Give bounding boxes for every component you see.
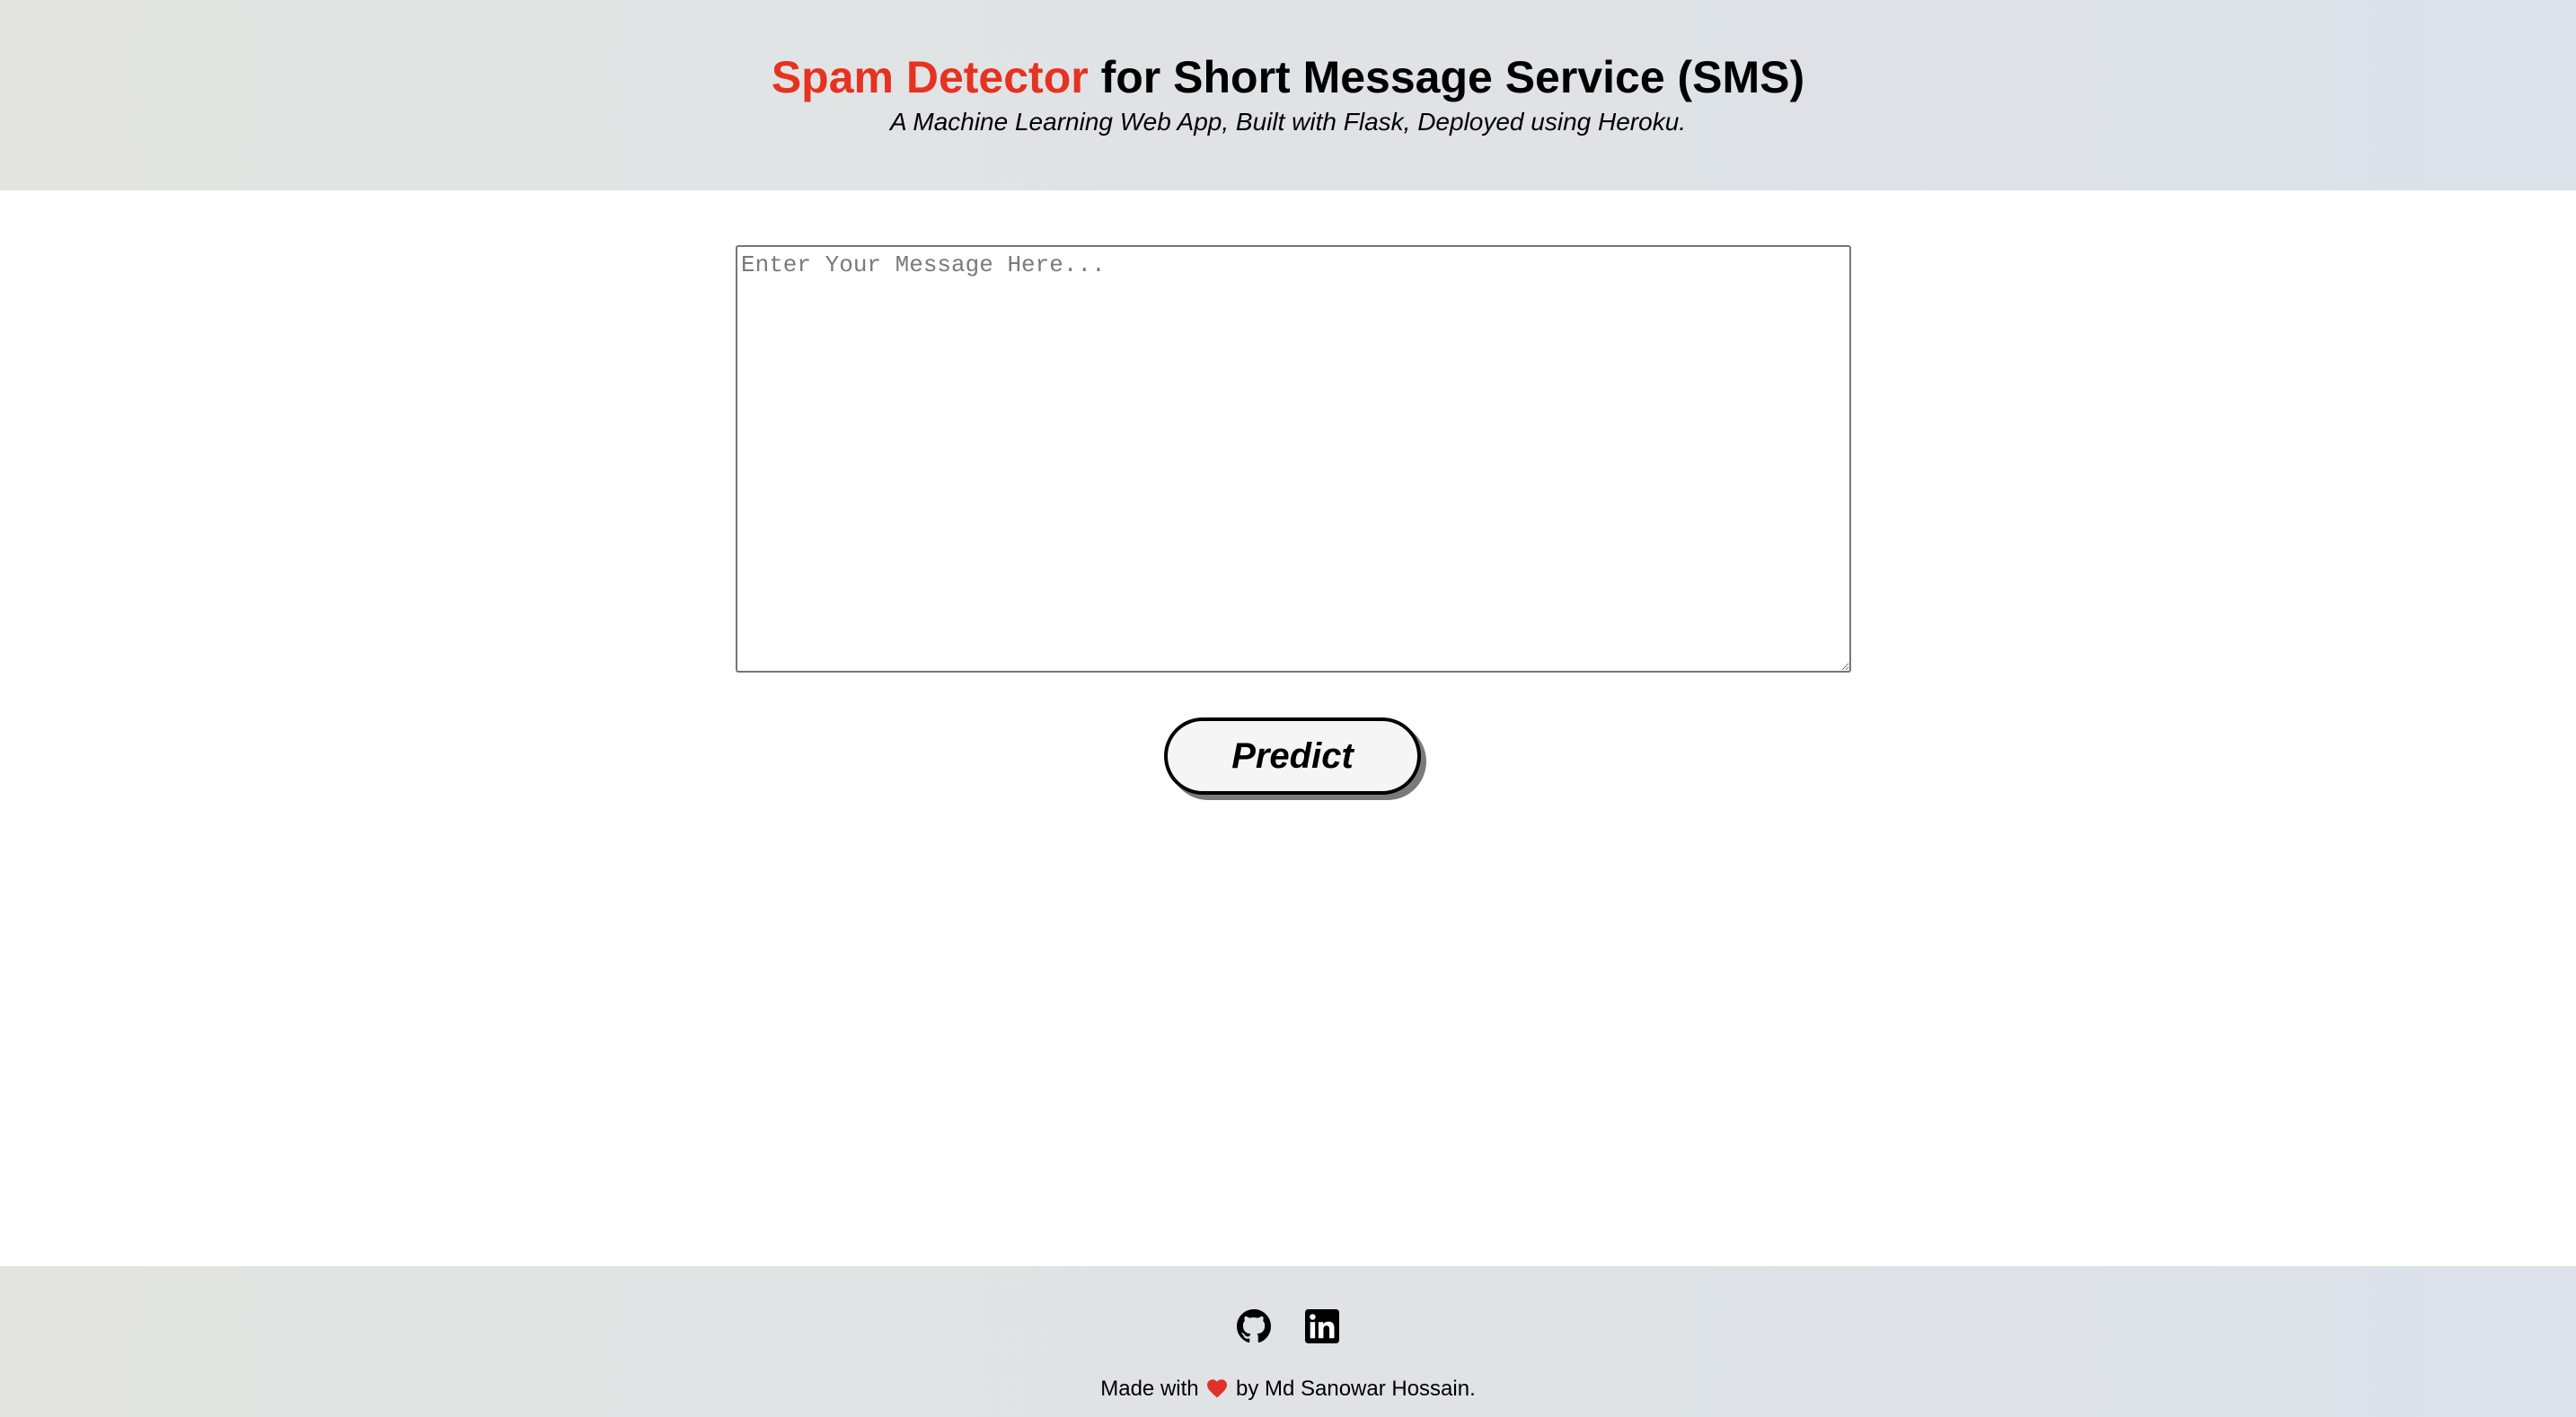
github-icon — [1236, 1309, 1271, 1343]
title-accent: Spam Detector — [771, 52, 1089, 102]
page-subtitle: A Machine Learning Web App, Built with F… — [889, 108, 1687, 136]
message-input[interactable] — [736, 245, 1851, 673]
social-links — [0, 1309, 2576, 1345]
title-rest: for Short Message Service (SMS) — [1088, 52, 1805, 102]
linkedin-icon — [1305, 1309, 1340, 1343]
github-link[interactable] — [1236, 1309, 1271, 1343]
credit-author: by Md Sanowar Hossain. — [1230, 1377, 1476, 1401]
predict-button[interactable]: Predict — [1164, 717, 1421, 795]
page-footer: Made with by Md Sanowar Hossain. — [0, 1266, 2576, 1417]
footer-credit: Made with by Md Sanowar Hossain. — [0, 1376, 2576, 1403]
page-title: Spam Detector for Short Message Service … — [0, 50, 2576, 104]
credit-prefix: Made with — [1100, 1377, 1205, 1401]
heart-icon — [1206, 1378, 1228, 1398]
page: Spam Detector for Short Message Service … — [0, 0, 2576, 1417]
linkedin-link[interactable] — [1305, 1309, 1340, 1343]
page-header: Spam Detector for Short Message Service … — [0, 0, 2576, 190]
